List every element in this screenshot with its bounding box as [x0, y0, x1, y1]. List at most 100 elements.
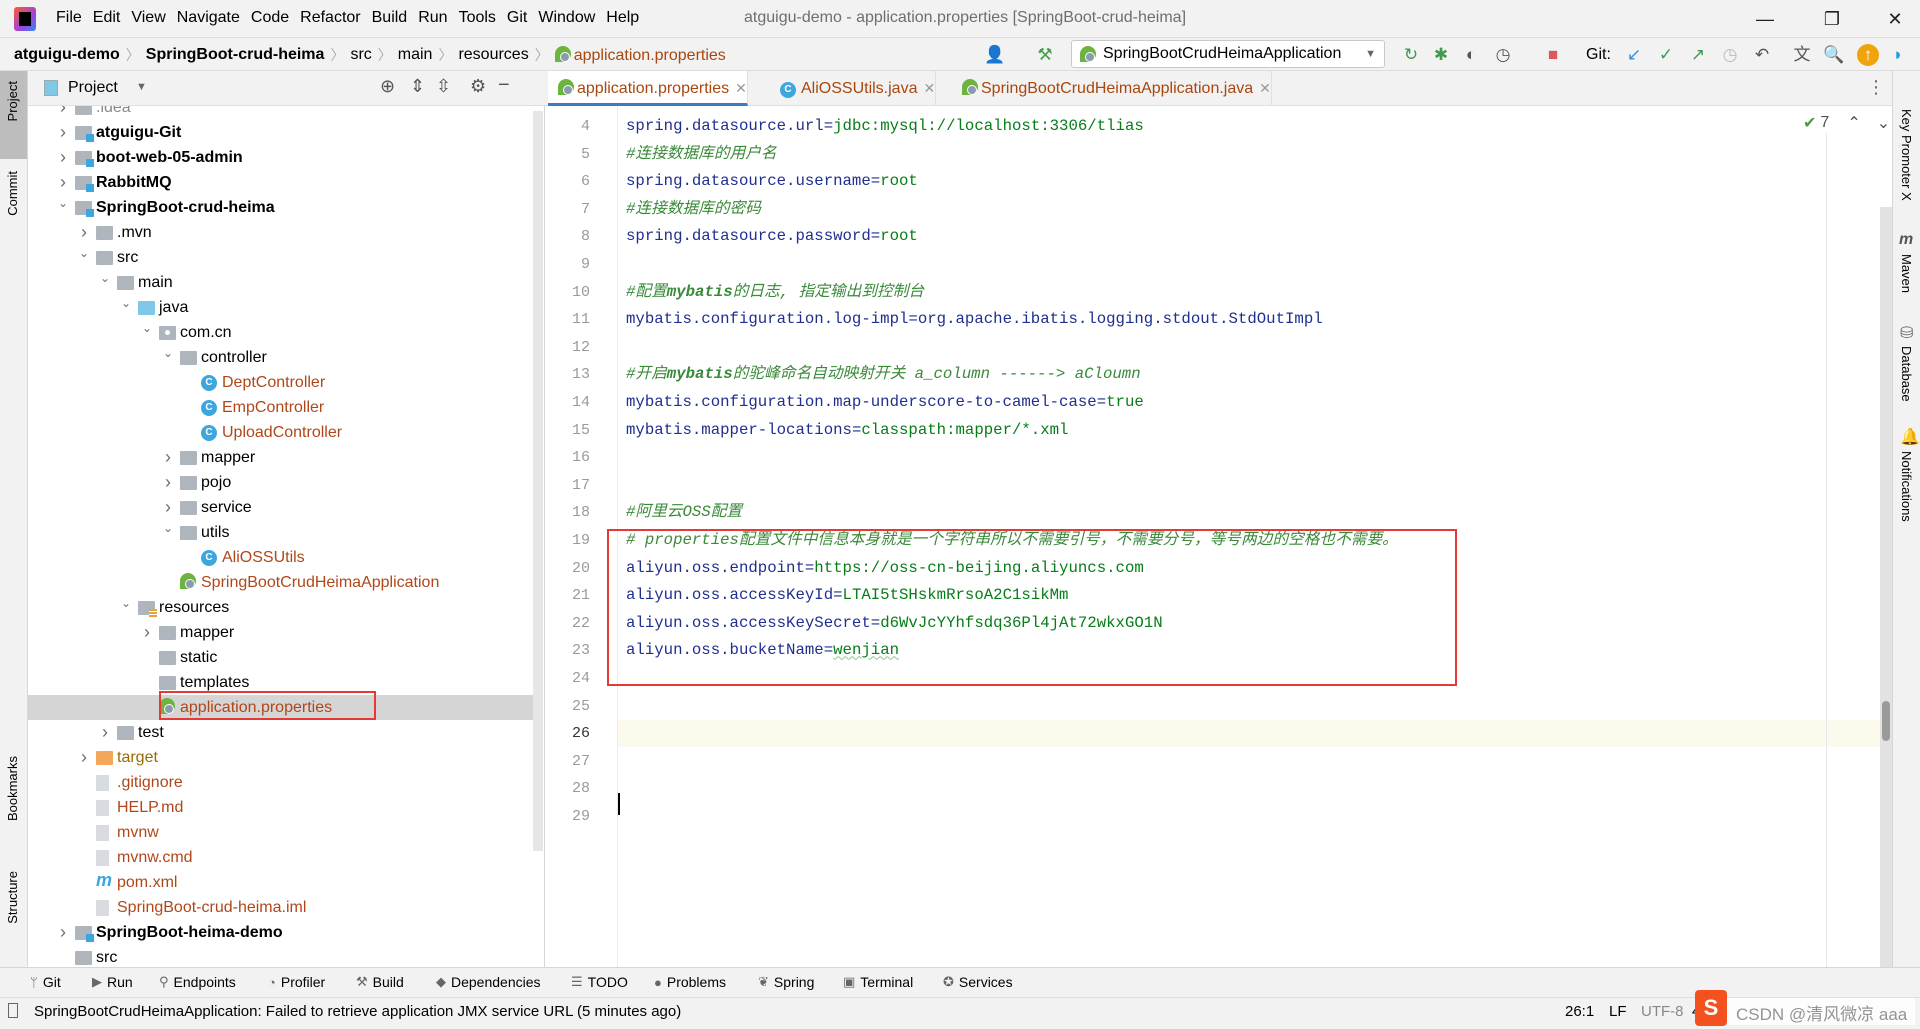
code-line[interactable]: # properties配置文件中信息本身就是一个字符串所以不需要引号，不需要分… — [618, 527, 1880, 554]
tool-commit[interactable]: Commit — [5, 171, 20, 216]
scrollbar-thumb[interactable] — [1882, 701, 1890, 741]
tool-terminal[interactable]: ▣ Terminal — [843, 974, 913, 990]
tool-maven[interactable]: Maven — [1899, 254, 1914, 293]
translate-icon[interactable]: 文 — [1791, 44, 1813, 66]
tree-item[interactable]: static — [28, 645, 533, 670]
code-line[interactable]: #阿里云OSS配置 — [618, 499, 1880, 526]
code-line[interactable] — [618, 665, 1880, 692]
tree-item[interactable]: C UploadController — [28, 420, 533, 445]
code-line[interactable]: spring.datasource.password=root — [618, 223, 1880, 250]
tree-item[interactable]: ⌄ SpringBoot-crud-heima — [28, 195, 533, 220]
menu-view[interactable]: View — [131, 9, 165, 27]
update-icon[interactable]: ↑ — [1857, 44, 1879, 66]
tree-item[interactable]: SpringBoot-crud-heima.iml — [28, 895, 533, 920]
code-line[interactable]: aliyun.oss.endpoint=https://oss-cn-beiji… — [618, 555, 1880, 582]
chevron-down-icon[interactable]: ⌄ — [119, 291, 133, 316]
code-line[interactable]: spring.datasource.username=root — [618, 168, 1880, 195]
tool-dependencies[interactable]: ◆ Dependencies — [436, 974, 541, 990]
chevron-right-icon[interactable]: › — [56, 106, 70, 120]
code-area[interactable]: spring.datasource.url=jdbc:mysql://local… — [618, 106, 1880, 967]
chevron-right-icon[interactable]: › — [140, 620, 154, 645]
tool-profiler[interactable]: ◔ Profiler — [268, 974, 325, 990]
tree-item[interactable]: m pom.xml — [28, 870, 533, 895]
git-history-icon[interactable]: ◷ — [1719, 44, 1741, 66]
debug-icon[interactable]: ✱ — [1430, 44, 1452, 66]
chevron-down-icon[interactable]: ⌄ — [140, 316, 154, 341]
chevron-down-icon[interactable]: ⌄ — [98, 266, 112, 291]
tool-problems[interactable]: ● Problems — [654, 974, 726, 990]
tree-item[interactable]: C DeptController — [28, 370, 533, 395]
minimize-button[interactable]: — — [1745, 4, 1785, 34]
tree-item[interactable]: ⌄ com.cn — [28, 320, 533, 345]
code-line[interactable]: aliyun.oss.bucketName=wenjian — [618, 637, 1880, 664]
code-line[interactable] — [618, 472, 1880, 499]
code-line[interactable]: #开启mybatis的驼峰命名自动映射开关 a_column ------> a… — [618, 361, 1880, 388]
code-line[interactable]: spring.datasource.url=jdbc:mysql://local… — [618, 113, 1880, 140]
hide-panel-icon[interactable]: − — [498, 74, 510, 97]
line-separator[interactable]: LF — [1609, 1003, 1627, 1020]
editor-tab[interactable]: application.properties ✕ — [548, 71, 748, 106]
menu-run[interactable]: Run — [418, 9, 447, 27]
menu-code[interactable]: Code — [251, 9, 289, 27]
project-view-title[interactable]: Project — [68, 79, 118, 97]
tree-item[interactable]: › .idea — [28, 106, 533, 120]
chevron-right-icon[interactable]: › — [56, 120, 70, 145]
rerun-icon[interactable]: ↻ — [1400, 44, 1422, 66]
breadcrumb-project[interactable]: atguigu-demo — [14, 46, 120, 64]
stop-icon[interactable]: ■ — [1542, 44, 1564, 66]
more-tabs-icon[interactable]: ⋮ — [1867, 77, 1885, 98]
maximize-button[interactable]: ❐ — [1812, 4, 1852, 34]
close-window-button[interactable]: ✕ — [1875, 4, 1915, 34]
gear-icon[interactable]: ⚙ — [470, 76, 486, 97]
tree-item[interactable]: mvnw — [28, 820, 533, 845]
expand-all-icon[interactable]: ⇕ — [410, 76, 425, 97]
tool-notifications[interactable]: Notifications — [1899, 451, 1914, 522]
chevron-right-icon[interactable]: › — [56, 145, 70, 170]
code-line[interactable] — [618, 775, 1880, 802]
tree-item[interactable]: ⌄ java — [28, 295, 533, 320]
tree-item[interactable]: › atguigu-Git — [28, 120, 533, 145]
run-config-select[interactable]: SpringBootCrudHeimaApplication ▼ — [1071, 40, 1385, 68]
tool-bookmarks[interactable]: Bookmarks — [5, 756, 20, 821]
code-line[interactable]: mybatis.mapper-locations=classpath:mappe… — [618, 417, 1880, 444]
tool-spring[interactable]: ❦ Spring — [758, 974, 814, 990]
breadcrumb-file[interactable]: application.properties — [574, 47, 726, 64]
code-line[interactable]: mybatis.configuration.log-impl=org.apach… — [618, 306, 1880, 333]
tree-item[interactable]: › mapper — [28, 445, 533, 470]
close-tab-icon[interactable]: ✕ — [1259, 80, 1271, 96]
code-with-me-icon[interactable]: ◗ — [1887, 44, 1909, 66]
next-highlight-icon[interactable]: ⌄ — [1877, 113, 1890, 133]
code-line[interactable] — [618, 803, 1880, 830]
coverage-icon[interactable]: ◐ — [1460, 44, 1482, 66]
tree-item[interactable]: › service — [28, 495, 533, 520]
chevron-right-icon[interactable]: › — [161, 445, 175, 470]
tree-item[interactable]: ⌄ controller — [28, 345, 533, 370]
code-line[interactable]: #连接数据库的用户名 — [618, 141, 1880, 168]
inspection-widget[interactable]: ✔ 7 ⌃ ⌄ — [1803, 113, 1891, 133]
tree-item[interactable]: src — [28, 945, 533, 967]
code-line[interactable] — [618, 334, 1880, 361]
tree-scrollbar[interactable] — [533, 111, 543, 851]
tool-todo[interactable]: ☰ TODO — [571, 974, 628, 990]
close-tab-icon[interactable]: ✕ — [923, 80, 935, 96]
tree-item[interactable]: › .mvn — [28, 220, 533, 245]
tree-item[interactable]: › mapper — [28, 620, 533, 645]
code-line[interactable] — [618, 720, 1880, 748]
tree-item[interactable]: › boot-web-05-admin — [28, 145, 533, 170]
code-line[interactable] — [618, 251, 1880, 278]
tool-run[interactable]: ▶ Run — [92, 974, 133, 990]
menu-edit[interactable]: Edit — [93, 9, 121, 27]
chevron-right-icon[interactable]: › — [161, 470, 175, 495]
editor-scrollbar[interactable] — [1880, 207, 1892, 967]
tree-item[interactable]: ⌄ utils — [28, 520, 533, 545]
breadcrumb-resources[interactable]: resources — [458, 46, 528, 64]
chevron-down-icon[interactable]: ⌄ — [77, 241, 91, 266]
tree-item[interactable]: › pojo — [28, 470, 533, 495]
tool-services[interactable]: ✪ Services — [943, 974, 1013, 990]
tree-item[interactable]: › test — [28, 720, 533, 745]
tree-item[interactable]: › RabbitMQ — [28, 170, 533, 195]
git-update-icon[interactable]: ↙ — [1623, 44, 1645, 66]
chevron-down-icon[interactable]: ⌄ — [161, 341, 175, 366]
chevron-down-icon[interactable]: ⌄ — [56, 191, 70, 216]
breadcrumb-main[interactable]: main — [398, 46, 433, 64]
